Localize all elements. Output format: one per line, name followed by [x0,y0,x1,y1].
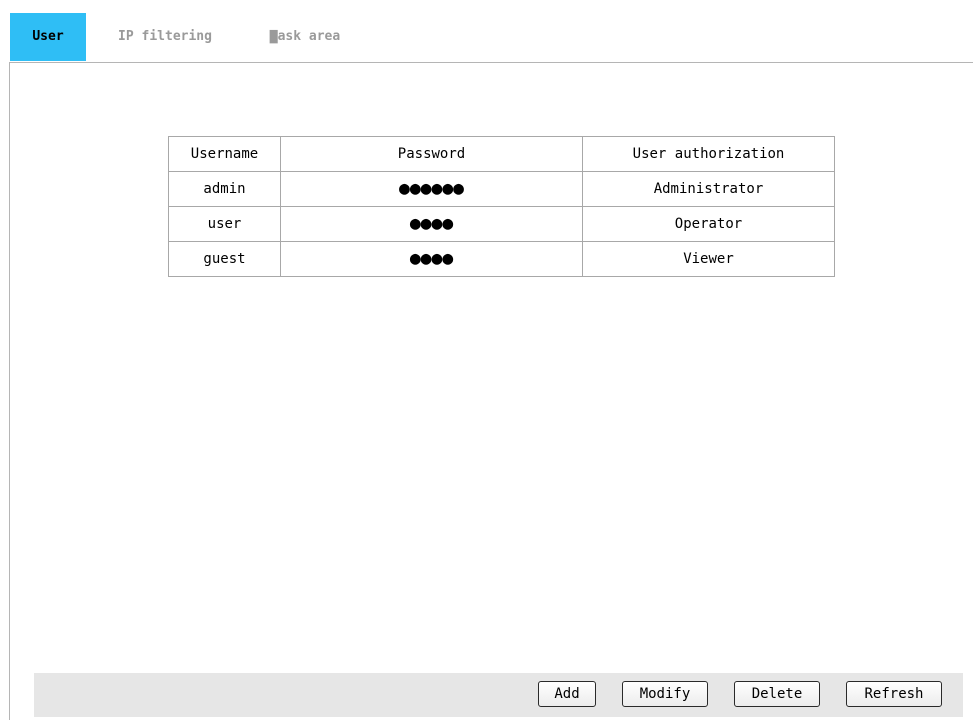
table-row[interactable]: guest ●●●● Viewer [168,241,835,277]
table-row[interactable]: user ●●●● Operator [168,206,835,242]
authorization-cell: Operator [582,206,835,242]
password-cell: ●●●● [280,206,583,242]
password-cell: ●●●●●● [280,171,583,207]
user-management-page: User IP filtering ▇ask area Username Pas… [0,0,973,720]
button-bar: Add Modify Delete Refresh [34,673,963,717]
user-table: Username Password User authorization adm… [168,136,835,277]
table-header-row: Username Password User authorization [168,136,835,172]
tab-bar: User IP filtering ▇ask area [0,0,973,64]
username-cell: admin [168,171,281,207]
refresh-button[interactable]: Refresh [846,681,942,707]
header-password: Password [280,136,583,172]
modify-button[interactable]: Modify [622,681,708,707]
add-button[interactable]: Add [538,681,596,707]
table-row[interactable]: admin ●●●●●● Administrator [168,171,835,207]
authorization-cell: Viewer [582,241,835,277]
username-cell: guest [168,241,281,277]
password-mask: ●●●● [409,213,454,234]
authorization-cell: Administrator [582,171,835,207]
password-mask: ●●●● [409,248,454,269]
header-username: Username [168,136,281,172]
tab-ip-filtering[interactable]: IP filtering [100,13,230,61]
header-user-authorization: User authorization [582,136,835,172]
tab-user[interactable]: User [10,13,86,61]
password-cell: ●●●● [280,241,583,277]
username-cell: user [168,206,281,242]
password-mask: ●●●●●● [398,178,465,199]
delete-button[interactable]: Delete [734,681,820,707]
tab-mask-area[interactable]: ▇ask area [255,13,355,61]
